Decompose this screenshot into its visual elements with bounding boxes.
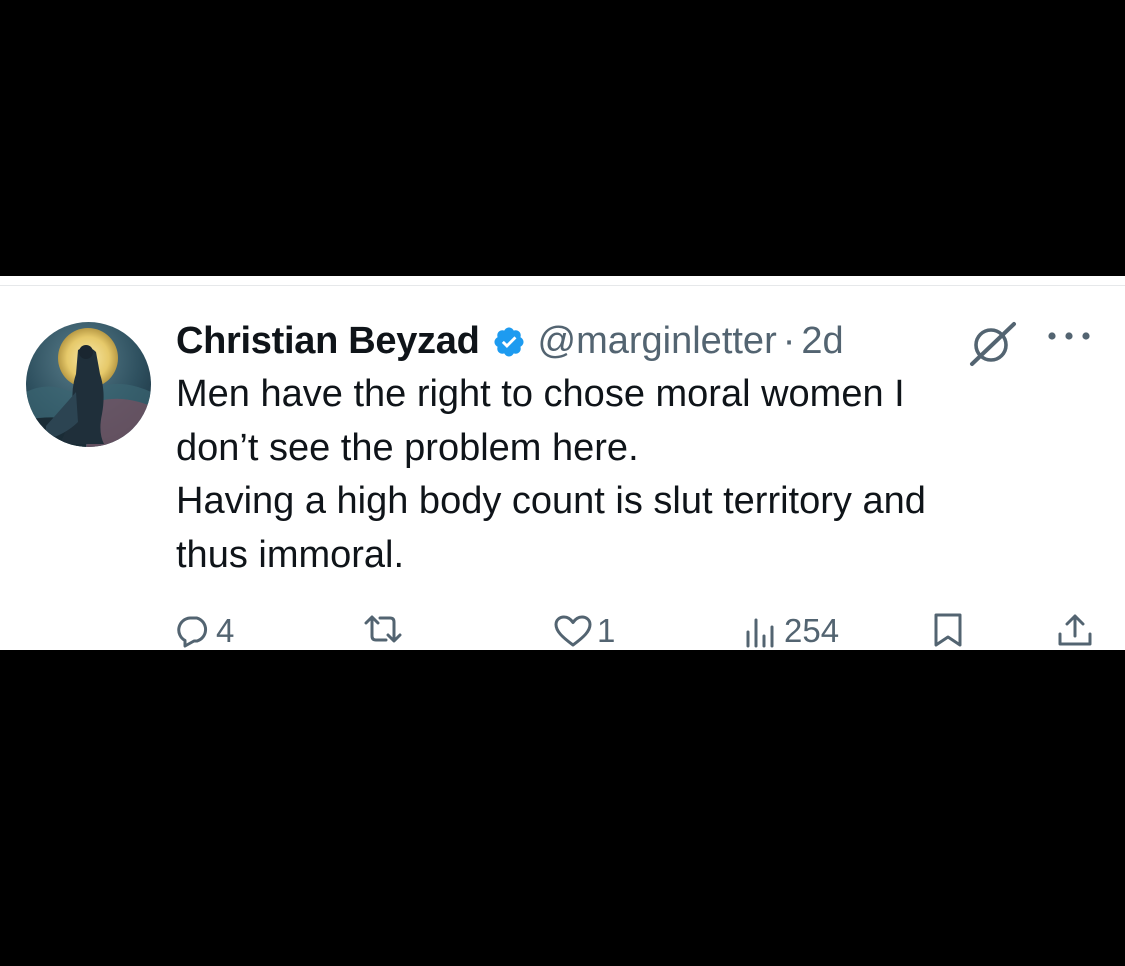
- avatar[interactable]: [26, 322, 151, 447]
- tweet[interactable]: Christian Beyzad @marginletter · 2d Men …: [0, 276, 1125, 650]
- tweet-header: Christian Beyzad @marginletter · 2d: [176, 316, 844, 366]
- timestamp[interactable]: 2d: [801, 320, 843, 363]
- bookmark-button[interactable]: [932, 612, 964, 648]
- share-button[interactable]: [1056, 612, 1094, 648]
- views-count: 254: [784, 612, 840, 649]
- author-name[interactable]: Christian Beyzad: [176, 320, 480, 363]
- share-icon: [1056, 612, 1094, 648]
- tweet-text-line: thus immoral.: [176, 533, 405, 576]
- repost-button[interactable]: [362, 612, 408, 646]
- tweet-text: Men have the right to chose moral women …: [176, 368, 1076, 582]
- like-button[interactable]: 1: [553, 612, 615, 650]
- grok-icon[interactable]: [966, 320, 1020, 373]
- tweet-text-line: Having a high body count is slut territo…: [176, 480, 926, 522]
- author-handle[interactable]: @marginletter: [538, 320, 777, 363]
- like-icon: [553, 614, 593, 648]
- tweet-text-line: don’t see the problem here.: [176, 426, 639, 469]
- reply-button[interactable]: 4: [176, 612, 234, 650]
- views-icon: [744, 614, 780, 648]
- tweet-text-line: Men have the right to chose moral women …: [176, 373, 905, 415]
- more-icon[interactable]: [1044, 328, 1094, 349]
- divider: [0, 285, 1125, 286]
- reply-icon: [176, 614, 212, 648]
- views-button[interactable]: 254: [744, 612, 839, 650]
- reply-count: 4: [216, 612, 235, 649]
- bookmark-icon: [932, 612, 964, 648]
- repost-icon: [362, 612, 404, 646]
- verified-badge-icon: [492, 325, 526, 359]
- like-count: 1: [597, 612, 616, 649]
- separator-dot: ·: [782, 319, 796, 362]
